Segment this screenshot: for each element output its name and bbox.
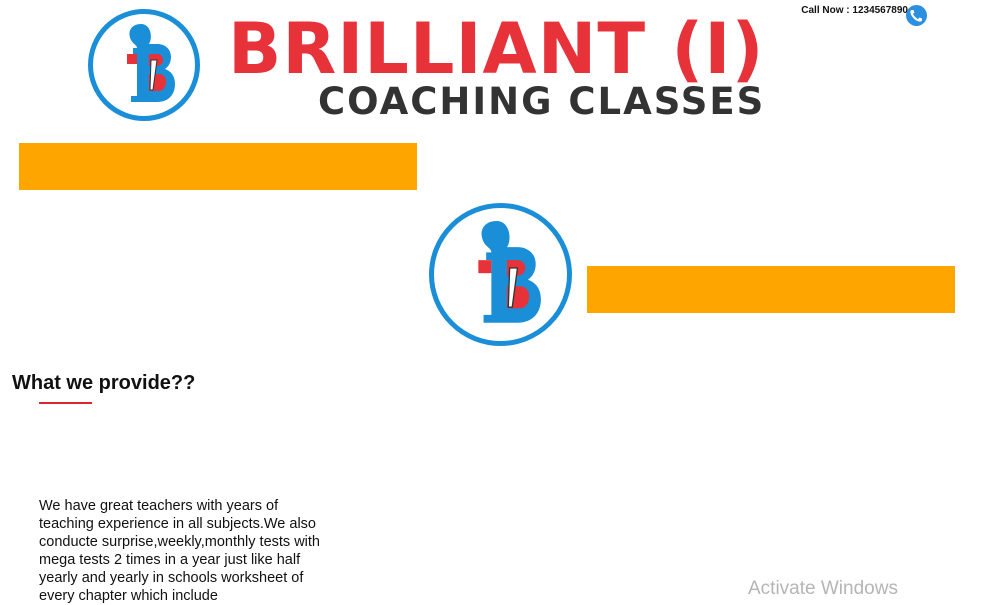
section-title-underline bbox=[39, 402, 92, 404]
brand-subtitle: COACHING CLASSES bbox=[318, 80, 766, 123]
activate-windows-watermark: Activate Windows bbox=[748, 578, 898, 599]
brand-logo[interactable] bbox=[88, 9, 200, 121]
phone-icon[interactable] bbox=[906, 5, 927, 26]
call-now-text[interactable]: Call Now : 1234567890 bbox=[801, 5, 908, 16]
section-description: We have great teachers with years of tea… bbox=[39, 498, 320, 604]
brilliant-logo-icon bbox=[127, 24, 175, 102]
brilliant-logo-icon bbox=[478, 221, 541, 323]
brand-logo-large bbox=[429, 203, 572, 346]
orange-banner-left bbox=[19, 143, 417, 190]
orange-banner-right bbox=[587, 266, 955, 313]
section-title: What we provide?? bbox=[12, 372, 196, 394]
